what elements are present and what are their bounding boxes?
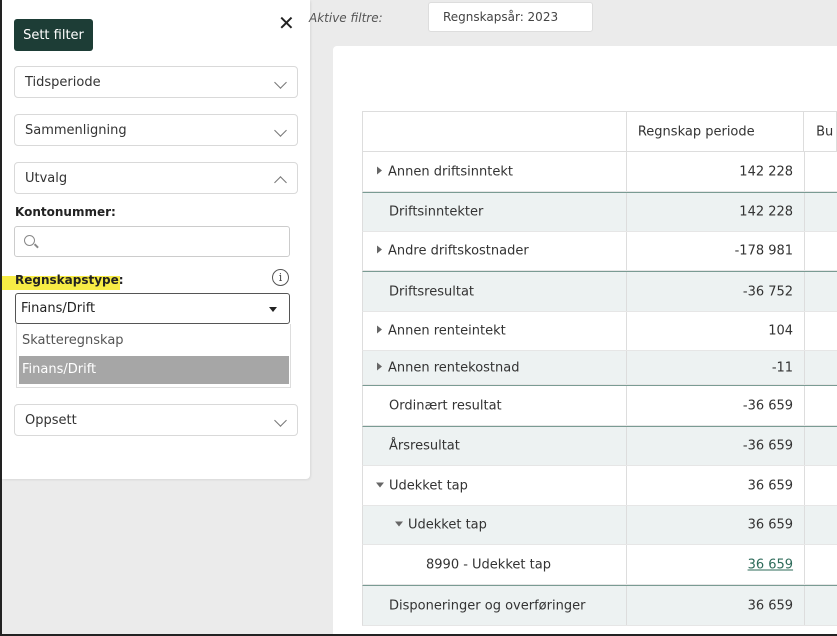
kontonummer-label: Kontonummer: bbox=[15, 205, 116, 219]
accordion-label: Tidsperiode bbox=[25, 75, 101, 90]
select-value: Finans/Drift bbox=[21, 301, 96, 316]
expand-icon[interactable] bbox=[377, 362, 382, 370]
collapse-icon[interactable] bbox=[376, 482, 384, 487]
row-value: -36 659 bbox=[742, 398, 794, 413]
close-icon[interactable]: ✕ bbox=[278, 11, 295, 35]
option-finans-drift[interactable]: Finans/Drift bbox=[19, 356, 289, 384]
table-row[interactable]: Annen driftsinntekt 142 228 bbox=[362, 152, 837, 192]
accordion-label: Oppsett bbox=[25, 413, 77, 428]
accordion-label: Sammenligning bbox=[25, 123, 127, 138]
row-value: 142 228 bbox=[739, 204, 794, 220]
table-row: 8990 - Udekket tap 36 659 bbox=[362, 545, 837, 585]
accordion-oppsett[interactable]: Oppsett bbox=[14, 404, 298, 436]
table-row[interactable]: Andre driftskostnader -178 981 bbox=[362, 232, 837, 271]
accordion-sammenligning[interactable]: Sammenligning bbox=[14, 114, 298, 146]
row-value: 104 bbox=[768, 323, 794, 339]
expand-icon[interactable] bbox=[377, 166, 382, 174]
row-label: Driftsresultat bbox=[389, 284, 475, 299]
row-label: Annen driftsinntekt bbox=[388, 164, 513, 179]
chevron-down-icon bbox=[274, 414, 287, 427]
table-row: Driftsresultat -36 752 bbox=[362, 271, 837, 312]
row-value: -36 752 bbox=[742, 284, 794, 299]
row-label: Disponeringer og overføringer bbox=[389, 598, 586, 613]
row-value: 36 659 bbox=[747, 478, 794, 493]
collapse-icon[interactable] bbox=[395, 521, 403, 527]
header-cell-regnskap: Regnskap periode bbox=[627, 112, 805, 151]
table-header: Regnskap periode Bu bbox=[362, 111, 837, 152]
accordion-label: Utvalg bbox=[25, 171, 68, 186]
table-row[interactable]: Udekket tap 36 659 bbox=[362, 466, 837, 506]
header-cell-label bbox=[363, 112, 627, 151]
row-label: Ordinært resultat bbox=[389, 398, 502, 413]
row-value: 36 659 bbox=[747, 517, 794, 533]
table-row: Ordinært resultat -36 659 bbox=[362, 385, 837, 426]
row-label: Udekket tap bbox=[389, 478, 468, 493]
row-label: Driftsinntekter bbox=[389, 204, 484, 220]
table-row[interactable]: Udekket tap 36 659 bbox=[362, 506, 837, 545]
header-cell-budsjett: Bu bbox=[816, 124, 834, 139]
table-row[interactable]: Annen renteintekt 104 bbox=[362, 312, 837, 351]
row-label: Annen rentekostnad bbox=[388, 360, 520, 375]
row-label: Udekket tap bbox=[408, 517, 487, 533]
kontonummer-search-input[interactable] bbox=[14, 226, 290, 257]
regnskapstype-select[interactable]: Finans/Drift bbox=[15, 293, 290, 324]
info-icon[interactable]: i bbox=[272, 269, 289, 286]
row-value: -36 659 bbox=[742, 438, 794, 454]
row-value: 36 659 bbox=[747, 598, 794, 613]
row-value: 142 228 bbox=[739, 164, 794, 179]
expand-icon[interactable] bbox=[377, 325, 382, 334]
chevron-down-icon bbox=[274, 76, 287, 89]
accordion-utvalg[interactable]: Utvalg bbox=[14, 162, 298, 194]
apply-filter-button[interactable]: Sett filter bbox=[14, 19, 93, 51]
row-value-link[interactable]: 36 659 bbox=[748, 557, 794, 572]
active-filters-label: Aktive filtre: bbox=[309, 11, 383, 25]
regnskapstype-label: Regnskapstype: bbox=[15, 273, 124, 287]
chevron-up-icon bbox=[274, 176, 287, 189]
filter-chip[interactable]: Regnskapsår: 2023 bbox=[428, 2, 593, 32]
row-label: Annen renteintekt bbox=[388, 323, 506, 339]
row-label: 8990 - Udekket tap bbox=[426, 557, 551, 572]
table-row: Driftsinntekter 142 228 bbox=[362, 192, 837, 232]
caret-down-icon bbox=[269, 307, 277, 312]
table-row: Årsresultat -36 659 bbox=[362, 426, 837, 466]
row-value: -11 bbox=[771, 360, 794, 375]
expand-icon[interactable] bbox=[377, 245, 382, 254]
regnskapstype-dropdown: Skatteregnskap Finans/Drift bbox=[16, 324, 291, 388]
row-label: Årsresultat bbox=[389, 438, 460, 454]
table-row: Disponeringer og overføringer 36 659 bbox=[362, 585, 837, 626]
row-label: Andre driftskostnader bbox=[388, 243, 529, 259]
chevron-down-icon bbox=[274, 124, 287, 137]
filter-panel: Sett filter ✕ Tidsperiode Sammenligning … bbox=[2, 0, 310, 479]
search-icon bbox=[24, 235, 35, 246]
accordion-tidsperiode[interactable]: Tidsperiode bbox=[14, 66, 298, 98]
option-skatteregnskap[interactable]: Skatteregnskap bbox=[19, 327, 289, 355]
table-row[interactable]: Annen rentekostnad -11 bbox=[362, 351, 837, 385]
row-value: -178 981 bbox=[734, 243, 794, 259]
